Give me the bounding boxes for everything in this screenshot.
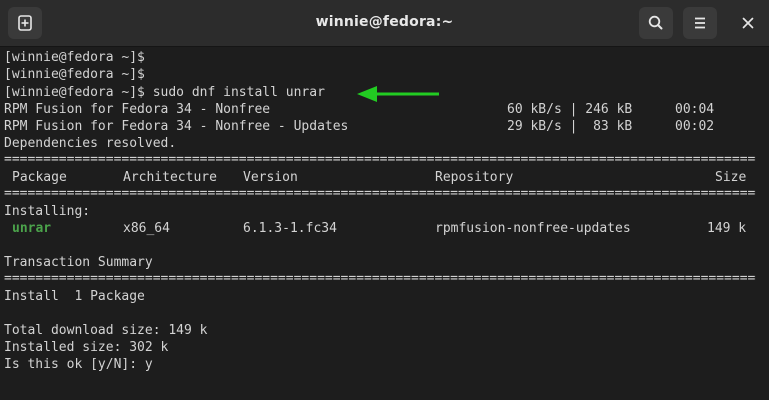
repo-time: 00:02 bbox=[675, 119, 715, 134]
search-button[interactable] bbox=[639, 7, 673, 39]
separator-rule: ========================================… bbox=[4, 186, 756, 201]
install-count-text: Install 1 Package bbox=[4, 289, 145, 304]
close-icon bbox=[742, 17, 754, 29]
title-bar: winnie@fedora:~ bbox=[0, 0, 769, 47]
confirm-prompt[interactable]: Is this ok [y/N]: y bbox=[4, 356, 153, 373]
package-arch: x86_64 bbox=[123, 221, 170, 236]
transaction-summary-heading: Transaction Summary bbox=[4, 255, 153, 270]
menu-button[interactable] bbox=[683, 7, 717, 39]
terminal-output[interactable]: [winnie@fedora ~]$ [winnie@fedora ~]$ [w… bbox=[0, 47, 769, 400]
header-version: Version bbox=[243, 170, 298, 185]
repo-time: 00:04 bbox=[675, 102, 715, 117]
separator-rule: ========================================… bbox=[4, 152, 756, 167]
repo-speed: 29 kB/s | 83 kB bbox=[507, 119, 633, 134]
green-left-arrow-icon bbox=[357, 86, 439, 102]
package-name: unrar bbox=[12, 221, 52, 236]
installed-size-text: Installed size: 302 k bbox=[4, 340, 169, 355]
installing-label: Installing: bbox=[4, 204, 91, 219]
package-repo: rpmfusion-nonfree-updates bbox=[435, 221, 631, 236]
header-package: Package bbox=[12, 170, 67, 185]
repo-name: RPM Fusion for Fedora 34 - Nonfree bbox=[4, 102, 271, 117]
repo-name: RPM Fusion for Fedora 34 - Nonfree - Upd… bbox=[4, 119, 349, 134]
prompt-line: [winnie@fedora ~]$ bbox=[4, 67, 145, 82]
search-icon bbox=[648, 15, 663, 30]
header-repository: Repository bbox=[435, 170, 514, 185]
header-size: Size bbox=[715, 170, 747, 185]
hamburger-menu-icon bbox=[695, 17, 705, 29]
command-line: [winnie@fedora ~]$ sudo dnf install unra… bbox=[4, 85, 325, 100]
separator-rule: ========================================… bbox=[4, 271, 756, 286]
package-version: 6.1.3-1.fc34 bbox=[243, 221, 337, 236]
close-button[interactable] bbox=[732, 7, 764, 39]
terminal-window: winnie@fedora:~ [winnie@fedora ~]$ [winn… bbox=[0, 0, 769, 400]
total-download-size-text: Total download size: 149 k bbox=[4, 323, 208, 338]
prompt-line: [winnie@fedora ~]$ bbox=[4, 50, 145, 65]
header-architecture: Architecture bbox=[123, 170, 217, 185]
deps-resolved-text: Dependencies resolved. bbox=[4, 136, 177, 151]
repo-speed: 60 kB/s | 246 kB bbox=[507, 102, 633, 117]
package-size: 149 k bbox=[707, 221, 747, 236]
